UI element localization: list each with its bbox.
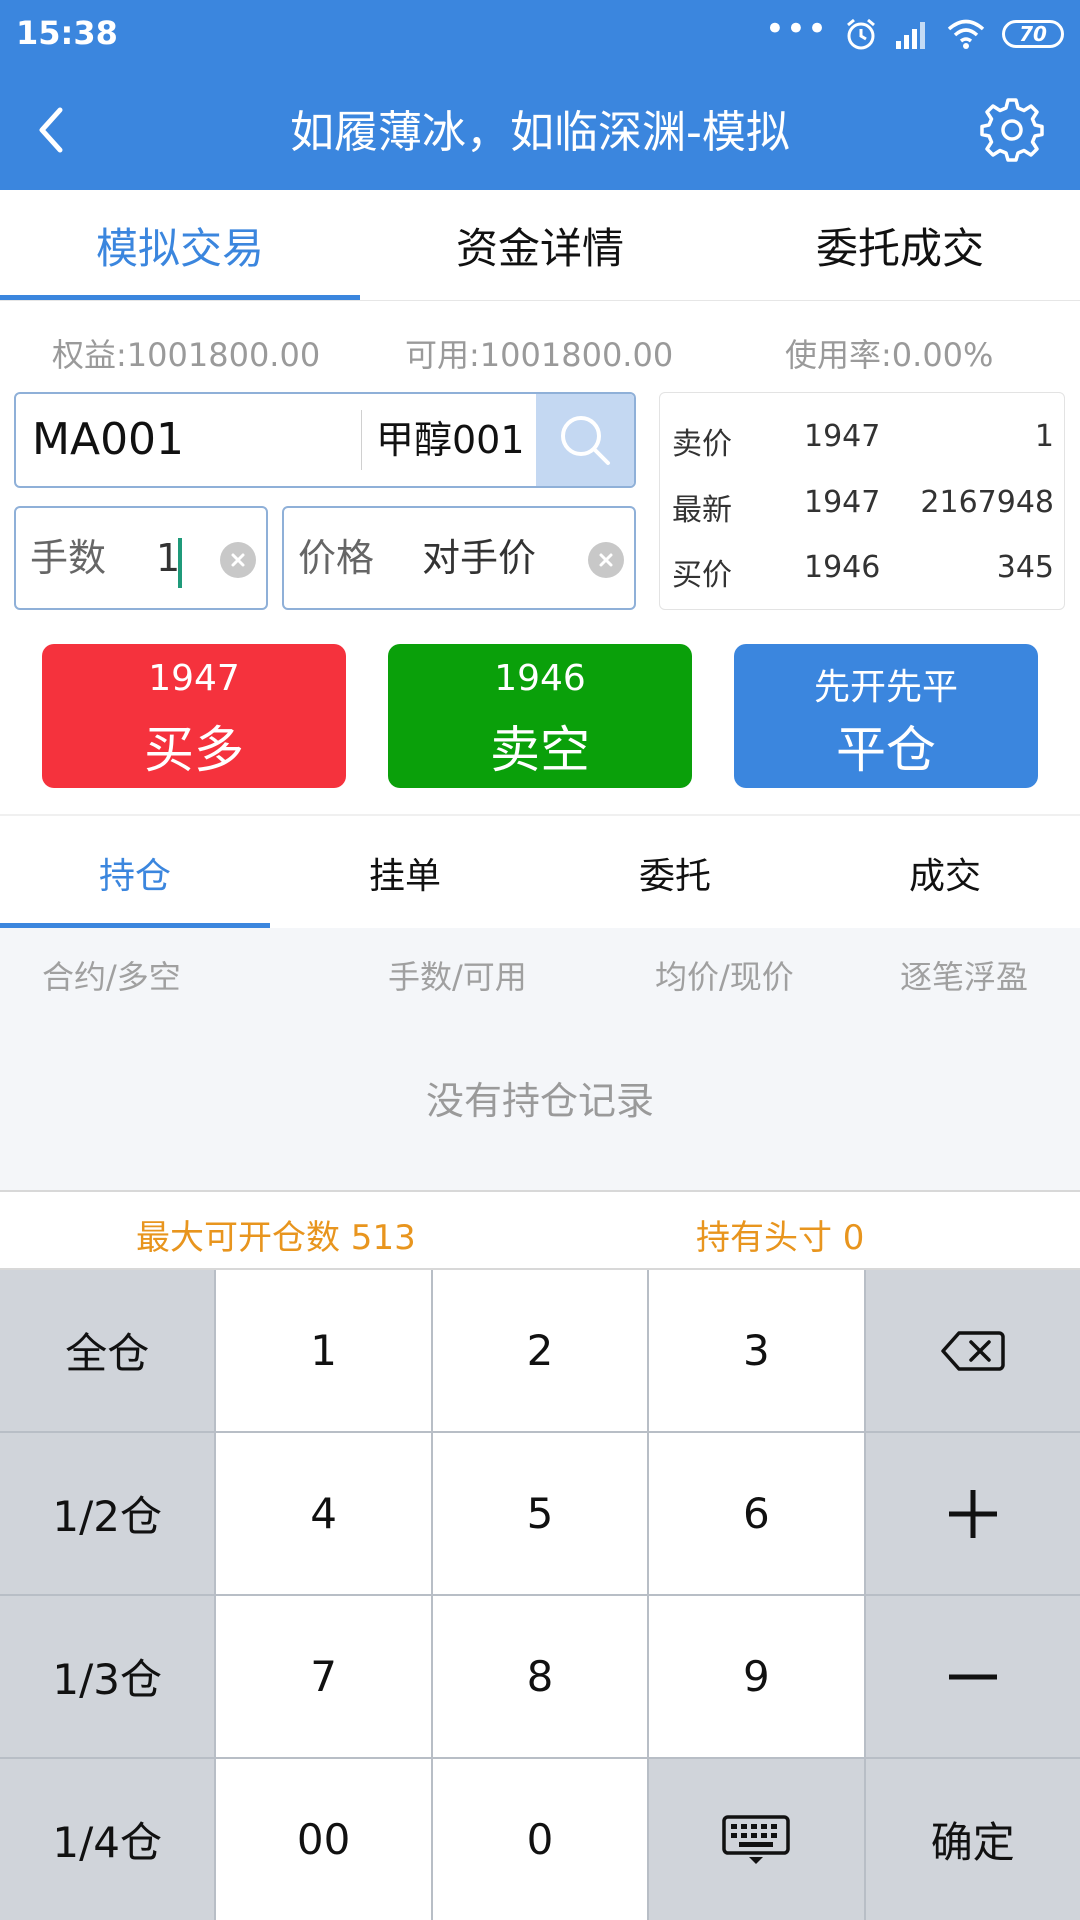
more-dots-icon: •••	[764, 9, 828, 49]
quote-row-bid: 买价 1946 345	[660, 536, 1066, 596]
key-2[interactable]: 2	[432, 1270, 648, 1431]
key-third-position[interactable]: 1/3仓	[0, 1596, 215, 1757]
key-8[interactable]: 8	[432, 1596, 648, 1757]
empty-state: 没有持仓记录	[425, 1079, 654, 1123]
quote-label: 买价	[672, 558, 732, 593]
close-label: 平仓	[836, 721, 936, 779]
wifi-icon	[947, 19, 985, 49]
key-half-position[interactable]: 1/2仓	[0, 1433, 215, 1594]
close-position-button[interactable]: 先开先平 平仓	[734, 644, 1038, 788]
tab-fund-details[interactable]: 资金详情	[360, 190, 720, 300]
tab-orders-trades[interactable]: 委托成交	[720, 190, 1080, 300]
quote-volume: 1	[1034, 419, 1054, 454]
key-6[interactable]: 6	[649, 1433, 864, 1594]
account-summary: 权益:1001800.00 可用:1001800.00 使用率:0.00%	[0, 330, 1080, 380]
status-time: 15:38	[16, 14, 118, 52]
buy-label: 买多	[144, 721, 244, 779]
price-label: 价格	[298, 536, 375, 580]
quote-row-last: 最新 1947 2167948	[660, 471, 1066, 531]
key-backspace[interactable]	[865, 1270, 1080, 1431]
minus-icon	[948, 1674, 997, 1679]
usage-text: 使用率:0.00%	[785, 336, 994, 374]
key-plus[interactable]	[865, 1433, 1080, 1594]
tab-entrusts[interactable]: 委托	[540, 818, 810, 928]
available-text: 可用:1001800.00	[405, 336, 674, 374]
column-header: 逐笔浮盈	[900, 958, 1029, 996]
clear-price-button[interactable]	[588, 542, 624, 578]
price-field[interactable]: 价格 对手价	[282, 506, 636, 610]
position-tabs: 持仓 挂单 委托 成交	[0, 818, 1080, 928]
tab-simulated-trading[interactable]: 模拟交易	[0, 190, 360, 300]
column-header: 合约/多空	[42, 958, 181, 996]
positions-list: 合约/多空 手数/可用 均价/现价 逐笔浮盈 没有持仓记录	[0, 928, 1080, 1190]
plus-icon	[948, 1489, 997, 1538]
divider	[361, 410, 362, 470]
numeric-keypad: 全仓 1 2 3 1/2仓 4 5 6 1/3仓 7 8 9 1/4仓 00 0	[0, 1270, 1080, 1920]
lots-label: 手数	[30, 536, 107, 580]
sell-short-button[interactable]: 1946 卖空	[388, 644, 692, 788]
quote-panel: 卖价 1947 1 最新 1947 2167948 买价 1946 345	[659, 392, 1065, 610]
contract-selector[interactable]: MA001 甲醇001	[14, 392, 636, 488]
key-0[interactable]: 0	[432, 1759, 648, 1920]
clear-lots-button[interactable]	[220, 542, 256, 578]
search-icon	[561, 416, 610, 465]
tab-positions[interactable]: 持仓	[0, 818, 270, 928]
buy-long-button[interactable]: 1947 买多	[42, 644, 346, 788]
quote-price: 1947	[804, 419, 881, 454]
alarm-icon	[847, 18, 875, 50]
battery-indicator: 70	[1002, 20, 1064, 48]
confirm-button[interactable]: 确定	[865, 1759, 1080, 1920]
column-header: 均价/现价	[655, 958, 794, 996]
contract-code[interactable]: MA001	[32, 394, 184, 486]
quote-row-ask: 卖价 1947 1	[660, 405, 1066, 465]
max-open-text: 最大可开仓数 513	[136, 1218, 416, 1258]
close-mode: 先开先平	[813, 667, 958, 708]
key-3[interactable]: 3	[649, 1270, 864, 1431]
quote-price: 1947	[804, 485, 881, 520]
key-4[interactable]: 4	[216, 1433, 431, 1594]
sell-label: 卖空	[490, 721, 590, 779]
tab-trades[interactable]: 成交	[810, 818, 1080, 928]
key-full-position[interactable]: 全仓	[0, 1270, 215, 1431]
key-9[interactable]: 9	[649, 1596, 864, 1757]
divider	[0, 814, 1080, 816]
column-header: 手数/可用	[388, 958, 527, 996]
key-quarter-position[interactable]: 1/4仓	[0, 1759, 215, 1920]
keyboard-icon	[722, 1814, 791, 1864]
lots-field[interactable]: 手数 1	[14, 506, 268, 610]
text-cursor	[178, 538, 182, 588]
main-tabs: 模拟交易 资金详情 委托成交	[0, 190, 1080, 301]
key-minus[interactable]	[865, 1596, 1080, 1757]
close-icon	[231, 553, 245, 567]
quote-price: 1946	[804, 550, 881, 585]
key-5[interactable]: 5	[432, 1433, 648, 1594]
quote-volume: 345	[996, 550, 1054, 585]
gear-icon[interactable]	[980, 98, 1044, 162]
status-icons: ••• 70	[764, 9, 1064, 56]
equity-text: 权益:1001800.00	[52, 336, 321, 374]
key-00[interactable]: 00	[216, 1759, 431, 1920]
contract-name: 甲醇001	[376, 418, 525, 462]
key-7[interactable]: 7	[216, 1596, 431, 1757]
buy-price: 1947	[148, 658, 240, 699]
quote-volume: 2167948	[920, 485, 1054, 520]
tab-pending-orders[interactable]: 挂单	[270, 818, 540, 928]
position-info-bar: 最大可开仓数 513 持有头寸 0	[0, 1190, 1080, 1270]
search-button[interactable]	[536, 394, 634, 486]
close-icon	[599, 553, 613, 567]
sell-price: 1946	[494, 658, 586, 699]
active-tab-indicator	[0, 295, 360, 300]
quote-label: 卖价	[672, 427, 732, 462]
quote-label: 最新	[672, 493, 732, 528]
app-header: 15:38 ••• 70 如履薄冰，如临深渊-模拟	[0, 0, 1080, 190]
backspace-icon	[941, 1330, 1005, 1371]
page-title: 如履薄冰，如临深渊-模拟	[290, 107, 790, 158]
signal-icon	[896, 22, 925, 49]
holding-text: 持有头寸 0	[696, 1218, 865, 1258]
key-1[interactable]: 1	[216, 1270, 431, 1431]
key-hide-keyboard[interactable]	[649, 1759, 864, 1920]
lots-input[interactable]: 1	[156, 508, 180, 608]
price-input[interactable]: 对手价	[422, 508, 536, 608]
